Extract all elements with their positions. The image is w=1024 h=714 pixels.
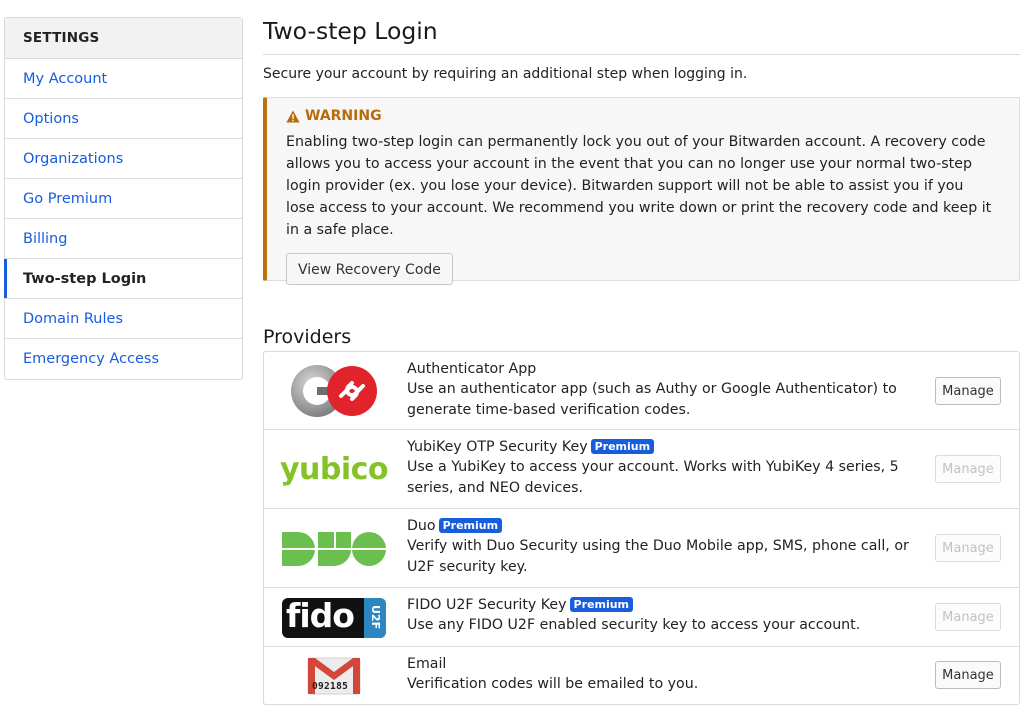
authenticator-logo-icon	[291, 365, 377, 417]
manage-fido-button[interactable]: Manage	[935, 603, 1001, 631]
warning-heading: WARNING	[286, 108, 1001, 124]
sidebar-item-domain-rules[interactable]: Domain Rules	[5, 299, 242, 339]
email-logo-icon: 092185	[307, 656, 361, 696]
settings-sidebar: SETTINGS My Account Options Organization…	[4, 17, 243, 380]
provider-name: Authenticator App	[407, 361, 537, 377]
manage-yubikey-button[interactable]: Manage	[935, 455, 1001, 483]
sidebar-header: SETTINGS	[5, 18, 242, 59]
provider-description: Use a YubiKey to access your account. Wo…	[407, 459, 899, 496]
main-content: Two-step Login Secure your account by re…	[263, 0, 1020, 705]
premium-badge: Premium	[569, 597, 634, 612]
view-recovery-code-button[interactable]: View Recovery Code	[286, 253, 453, 285]
warning-triangle-icon	[286, 110, 300, 122]
sidebar-item-organizations[interactable]: Organizations	[5, 139, 242, 179]
page-subtitle: Secure your account by requiring an addi…	[263, 66, 748, 82]
provider-row-duo: Duo Premium Verify with Duo Security usin…	[264, 509, 1019, 588]
yubico-logo-icon: yubico	[279, 452, 389, 487]
provider-description: Verify with Duo Security using the Duo M…	[407, 538, 909, 575]
sidebar-item-billing[interactable]: Billing	[5, 219, 242, 259]
provider-name: Duo	[407, 518, 436, 534]
warning-callout: WARNING Enabling two-step login can perm…	[263, 97, 1020, 285]
provider-name: Email	[407, 656, 447, 672]
providers-list: Authenticator App Use an authenticator a…	[263, 351, 1020, 705]
manage-email-button[interactable]: Manage	[935, 661, 1001, 689]
premium-badge: Premium	[438, 518, 503, 533]
fido-logo-icon: fido U2F	[282, 597, 386, 638]
sidebar-item-emergency-access[interactable]: Emergency Access	[5, 339, 242, 379]
manage-duo-button[interactable]: Manage	[935, 534, 1001, 562]
duo-logo-icon	[282, 531, 386, 566]
fido-u2f-text: U2F	[364, 597, 386, 638]
provider-description: Use any FIDO U2F enabled security key to…	[407, 617, 861, 633]
providers-heading: Providers	[263, 326, 352, 348]
sidebar-item-go-premium[interactable]: Go Premium	[5, 179, 242, 219]
warning-title: WARNING	[305, 108, 382, 124]
email-code-text: 092185	[312, 680, 349, 692]
provider-row-email: 092185 Email Verification codes will be …	[264, 647, 1019, 704]
sidebar-item-two-step-login[interactable]: Two-step Login	[4, 259, 242, 299]
premium-badge: Premium	[590, 439, 655, 454]
warning-text: Enabling two-step login can permanently …	[286, 134, 992, 238]
page-title: Two-step Login	[263, 0, 1020, 55]
sidebar-item-options[interactable]: Options	[5, 99, 242, 139]
sidebar-item-my-account[interactable]: My Account	[5, 59, 242, 99]
provider-description: Verification codes will be emailed to yo…	[407, 676, 699, 692]
provider-name: FIDO U2F Security Key	[407, 597, 567, 613]
provider-row-yubikey: yubico YubiKey OTP Security Key Premium U…	[264, 430, 1019, 509]
provider-description: Use an authenticator app (such as Authy …	[407, 381, 897, 418]
provider-row-fido: fido U2F FIDO U2F Security Key Premium Us…	[264, 588, 1019, 647]
provider-row-authenticator: Authenticator App Use an authenticator a…	[264, 352, 1019, 430]
manage-authenticator-button[interactable]: Manage	[935, 377, 1001, 405]
provider-name: YubiKey OTP Security Key	[407, 439, 588, 455]
